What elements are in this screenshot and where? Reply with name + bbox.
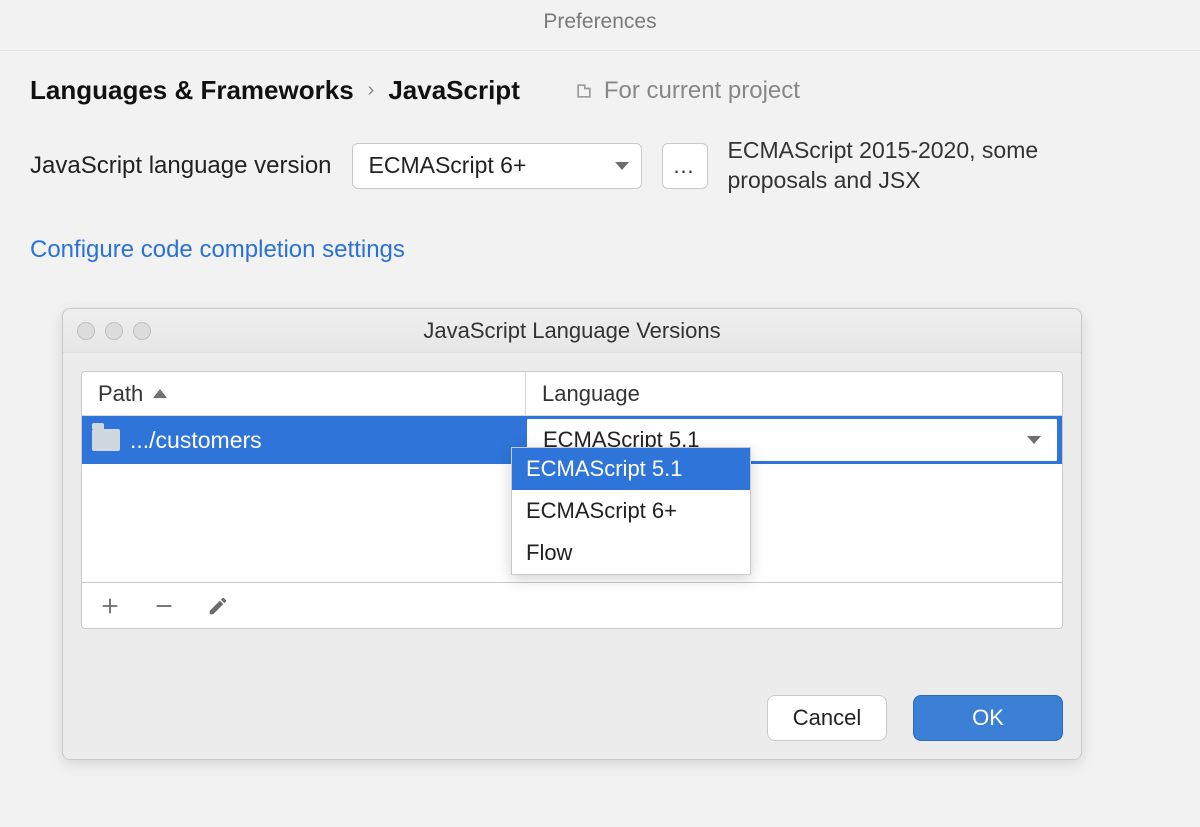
remove-row-button[interactable]	[150, 592, 178, 620]
chevron-down-icon	[1027, 436, 1041, 444]
scope-badge: For current project	[574, 77, 800, 105]
language-version-more-button[interactable]: …	[662, 143, 708, 189]
cell-path[interactable]: .../customers	[82, 416, 526, 464]
dialog-window-controls	[77, 322, 151, 340]
breadcrumb-item-javascript[interactable]: JavaScript	[388, 75, 520, 106]
close-window-button[interactable]	[77, 322, 95, 340]
edit-row-button[interactable]	[204, 592, 232, 620]
window-title: Preferences	[0, 0, 1200, 51]
cancel-button[interactable]: Cancel	[767, 695, 887, 741]
language-version-description: ECMAScript 2015-2020, some proposals and…	[728, 136, 1068, 196]
zoom-window-button[interactable]	[133, 322, 151, 340]
add-row-button[interactable]	[96, 592, 124, 620]
breadcrumb: Languages & Frameworks › JavaScript For …	[30, 75, 1170, 106]
sort-ascending-icon	[153, 389, 167, 398]
column-header-language[interactable]: Language	[526, 381, 640, 407]
column-header-path[interactable]: Path	[82, 372, 526, 415]
language-version-select[interactable]: ECMAScript 6+	[352, 143, 642, 189]
plus-icon	[99, 595, 121, 617]
dropdown-option[interactable]: ECMAScript 6+	[512, 490, 750, 532]
language-version-label: JavaScript language version	[30, 152, 332, 180]
table-toolbar	[81, 583, 1063, 629]
folder-icon	[92, 429, 120, 451]
pencil-icon	[207, 595, 229, 617]
preferences-pane: Languages & Frameworks › JavaScript For …	[0, 51, 1200, 334]
configure-completion-link[interactable]: Configure code completion settings	[30, 236, 405, 264]
dropdown-option[interactable]: ECMAScript 5.1	[512, 448, 750, 490]
breadcrumb-item-languages[interactable]: Languages & Frameworks	[30, 75, 354, 106]
minus-icon	[153, 595, 175, 617]
language-versions-dialog: JavaScript Language Versions Path Langua…	[62, 308, 1082, 760]
language-version-row: JavaScript language version ECMAScript 6…	[30, 136, 1170, 196]
ellipsis-icon: …	[673, 153, 697, 179]
language-dropdown: ECMAScript 5.1 ECMAScript 6+ Flow	[511, 447, 751, 575]
dialog-body: Path Language .../customers ECMAScript 5…	[63, 353, 1081, 647]
dialog-footer: Cancel OK	[767, 695, 1063, 741]
chevron-down-icon	[615, 162, 629, 170]
minimize-window-button[interactable]	[105, 322, 123, 340]
table-header: Path Language	[82, 372, 1062, 416]
dialog-title: JavaScript Language Versions	[423, 318, 720, 344]
dropdown-option[interactable]: Flow	[512, 532, 750, 574]
chevron-right-icon: ›	[368, 79, 375, 102]
dialog-titlebar: JavaScript Language Versions	[63, 309, 1081, 353]
language-version-value: ECMAScript 6+	[369, 152, 527, 179]
ok-button[interactable]: OK	[913, 695, 1063, 741]
column-header-path-label: Path	[98, 381, 143, 407]
scope-label: For current project	[604, 77, 800, 105]
project-scope-icon	[574, 81, 594, 101]
cell-path-text: .../customers	[130, 427, 262, 454]
column-header-language-label: Language	[542, 381, 640, 406]
